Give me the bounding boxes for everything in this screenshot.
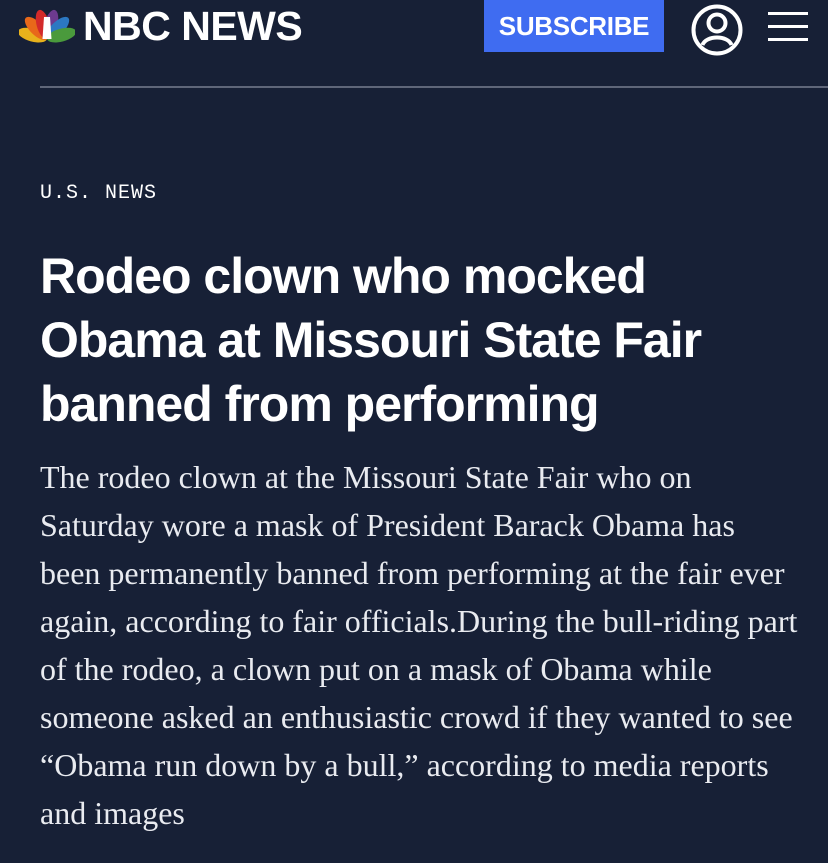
peacock-logo-icon	[19, 9, 75, 43]
menu-line	[768, 38, 808, 41]
header-divider	[40, 86, 828, 88]
menu-line	[768, 25, 808, 28]
hamburger-menu-icon[interactable]	[766, 8, 810, 46]
nbc-news-logo[interactable]: NBC NEWS	[19, 3, 303, 49]
article-headline: Rodeo clown who mocked Obama at Missouri…	[40, 248, 702, 432]
account-icon[interactable]	[690, 3, 744, 57]
subscribe-button[interactable]: SUBSCRIBE	[484, 0, 664, 52]
article-summary: The rodeo clown at the Missouri State Fa…	[40, 459, 798, 831]
section-label[interactable]: U.S. NEWS	[40, 182, 157, 205]
logo-wordmark: NBC NEWS	[83, 3, 303, 49]
site-header: NBC NEWS SUBSCRIBE	[0, 0, 828, 88]
menu-line	[768, 12, 808, 15]
